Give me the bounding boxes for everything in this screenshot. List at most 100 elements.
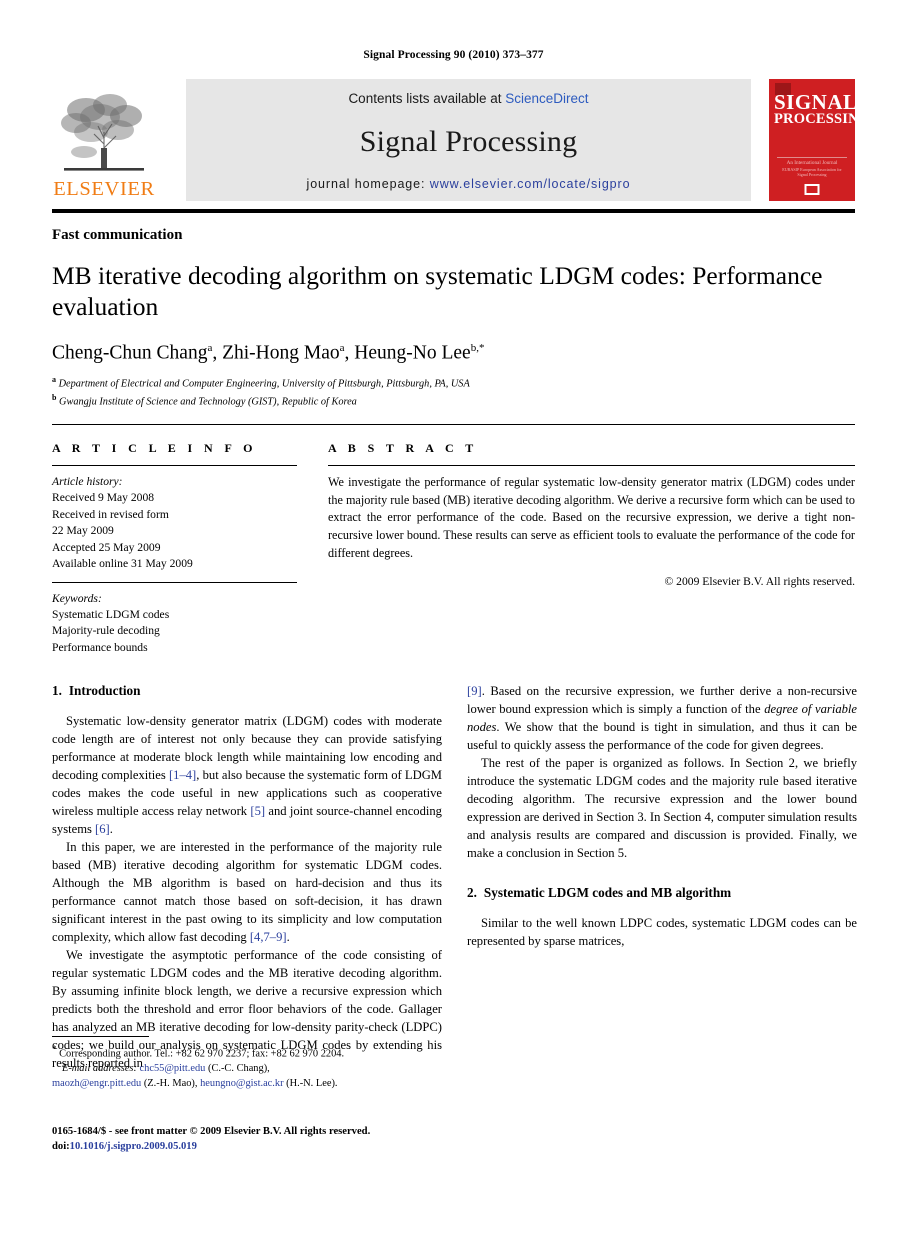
affiliation-list: a Department of Electrical and Computer … — [52, 374, 855, 410]
para-text: . — [109, 822, 113, 837]
masthead-divider — [52, 209, 855, 213]
doi-link[interactable]: 10.1016/j.sigpro.2009.05.019 — [70, 1141, 197, 1152]
email-link[interactable]: maozh@engr.pitt.edu — [52, 1078, 141, 1089]
article-doctype: Fast communication — [52, 227, 183, 243]
paragraph: Systematic low-density generator matrix … — [52, 712, 442, 838]
para-text: . — [286, 930, 290, 945]
keyword-item: Systematic LDGM codes — [52, 607, 170, 621]
sciencedirect-link[interactable]: ScienceDirect — [505, 91, 588, 106]
running-head: Signal Processing 90 (2010) 373–377 — [363, 49, 544, 61]
email-link[interactable]: heungno@gist.ac.kr — [200, 1078, 283, 1089]
article-head-divider — [52, 423, 855, 425]
doi-line: doi:10.1016/j.sigpro.2009.05.019 — [52, 1139, 482, 1154]
citation-ref[interactable]: [5] — [250, 804, 265, 818]
elsevier-tree-icon — [61, 93, 144, 171]
cover-subtitle: An International Journal EURASIP Europea… — [777, 157, 847, 177]
email-addresses-note-continued: maozh@engr.pitt.edu (Z.-H. Mao), heungno… — [52, 1077, 442, 1092]
author-name[interactable]: Heung-No Lee — [354, 343, 470, 364]
cover-subtitle-line1: An International Journal — [786, 160, 838, 166]
email-owner: (H.-N. Lee). — [283, 1078, 338, 1090]
cover-title: SIGNAL PROCESSING — [774, 90, 855, 127]
citation-ref[interactable]: [1–4] — [169, 768, 196, 782]
history-item: 22 May 2009 — [52, 524, 114, 538]
author-name[interactable]: Cheng-Chun Chang — [52, 343, 207, 364]
journal-homepage-line: journal homepage: www.elsevier.com/locat… — [307, 177, 631, 191]
email-owner: (Z.-H. Mao), — [141, 1078, 198, 1090]
author-affil-mark: a — [339, 342, 345, 355]
author-affil-mark: a — [207, 342, 213, 355]
corresponding-author-text: Corresponding author. Tel.: +82 62 970 2… — [59, 1048, 345, 1060]
article-history-block: Article history: Received 9 May 2008 Rec… — [52, 474, 297, 573]
issn-line: 0165-1684/$ - see front matter © 2009 El… — [52, 1126, 371, 1137]
citation-ref[interactable]: [6] — [95, 822, 110, 836]
abstract-copyright: © 2009 Elsevier B.V. All rights reserved… — [664, 574, 855, 588]
paragraph-continued-right: [9]. Based on the recursive expression, … — [467, 682, 857, 754]
doi-label: doi: — [52, 1141, 70, 1153]
article-history-label: Article history: — [52, 474, 123, 488]
article-head: Fast communication MB iterative decoding… — [52, 227, 855, 410]
citation-ref[interactable]: [4,7–9] — [250, 930, 287, 944]
keyword-item: Performance bounds — [52, 640, 148, 654]
section-heading-systematic-ldgm: 2. Systematic LDGM codes and MB algorithm — [467, 884, 857, 901]
corresponding-author-note: * Corresponding author. Tel.: +82 62 970… — [52, 1043, 442, 1062]
info-abstract-row: A R T I C L E I N F O Article history: R… — [52, 441, 855, 657]
article-info-column: A R T I C L E I N F O Article history: R… — [52, 441, 297, 657]
body-columns: 1. Introduction Systematic low-density ge… — [52, 682, 857, 1072]
abstract-heading: A B S T R A C T — [328, 440, 478, 455]
footnote-area: * Corresponding author. Tel.: +82 62 970… — [52, 1036, 442, 1092]
cover-publisher-badge-icon — [804, 184, 820, 195]
paper-page: Signal Processing 90 (2010) 373–377 ELSE… — [0, 0, 907, 1238]
affiliation-text: Gwangju Institute of Science and Technol… — [59, 396, 357, 408]
affiliation-item: a Department of Electrical and Computer … — [52, 374, 855, 392]
section-title: Introduction — [68, 683, 141, 699]
affiliation-item: b Gwangju Institute of Science and Techn… — [52, 392, 855, 410]
history-item: Available online 31 May 2009 — [52, 557, 193, 571]
citation-ref[interactable]: [9] — [467, 684, 482, 698]
email-addresses-note: E-mail addresses: chc55@pitt.edu (C.-C. … — [52, 1062, 442, 1077]
homepage-prefix: journal homepage: — [306, 177, 430, 191]
abstract-text: We investigate the performance of regula… — [328, 474, 855, 561]
contents-list-line: Contents lists available at ScienceDirec… — [348, 91, 588, 106]
footnote-divider — [52, 1036, 149, 1037]
contents-prefix: Contents lists available at — [348, 91, 506, 106]
abstract-column: A B S T R A C T We investigate the perfo… — [328, 441, 855, 657]
keyword-item: Majority-rule decoding — [52, 624, 160, 638]
email-label: E-mail addresses: — [62, 1063, 137, 1075]
affiliation-mark: b — [52, 392, 57, 402]
cover-title-line1: SIGNAL — [774, 90, 855, 114]
paragraph: In this paper, we are interested in the … — [52, 838, 442, 946]
keywords-label: Keywords: — [52, 591, 102, 605]
article-info-heading: A R T I C L E I N F O — [52, 440, 257, 455]
masthead-center: Contents lists available at ScienceDirec… — [186, 79, 751, 201]
cover-subtitle-line2: EURASIP European Association for Signal … — [782, 167, 842, 177]
journal-title: Signal Processing — [359, 124, 578, 158]
history-item: Received 9 May 2008 — [52, 491, 155, 505]
email-owner: (C.-C. Chang), — [205, 1063, 270, 1075]
section-number: 2. — [467, 885, 477, 901]
para-text: . We show that the bound is tight in sim… — [467, 720, 857, 753]
journal-masthead: ELSEVIER Contents lists available at Sci… — [52, 79, 855, 201]
page-title: MB iterative decoding algorithm on syste… — [52, 261, 823, 322]
footnote-star-icon: * — [52, 1044, 57, 1054]
email-link[interactable]: chc55@pitt.edu — [140, 1063, 206, 1074]
keywords-rule — [52, 581, 297, 583]
issn-copyright-block: 0165-1684/$ - see front matter © 2009 El… — [52, 1124, 482, 1154]
history-item: Received in revised form — [52, 507, 169, 521]
article-info-rule — [52, 464, 297, 466]
keywords-block: Keywords: Systematic LDGM codes Majority… — [52, 591, 297, 657]
body-column-right: [9]. Based on the recursive expression, … — [467, 682, 857, 1072]
journal-cover-thumbnail: SIGNAL PROCESSING An International Journ… — [769, 79, 855, 201]
author-name[interactable]: Zhi-Hong Mao — [222, 343, 340, 364]
body-column-left: 1. Introduction Systematic low-density ge… — [52, 682, 442, 1072]
elsevier-wordmark: ELSEVIER — [53, 177, 155, 200]
section-number: 1. — [52, 683, 62, 699]
journal-homepage-link[interactable]: www.elsevier.com/locate/sigpro — [430, 177, 631, 191]
section-heading-introduction: 1. Introduction — [52, 682, 442, 699]
author-affil-mark: b,* — [470, 342, 485, 355]
elsevier-logo: ELSEVIER — [52, 79, 156, 201]
author-list: Cheng-Chun Changa, Zhi-Hong Maoa, Heung-… — [52, 342, 485, 364]
affiliation-mark: a — [52, 374, 56, 384]
affiliation-text: Department of Electrical and Computer En… — [58, 378, 470, 390]
history-item: Accepted 25 May 2009 — [52, 540, 161, 554]
paragraph: The rest of the paper is organized as fo… — [467, 756, 857, 861]
